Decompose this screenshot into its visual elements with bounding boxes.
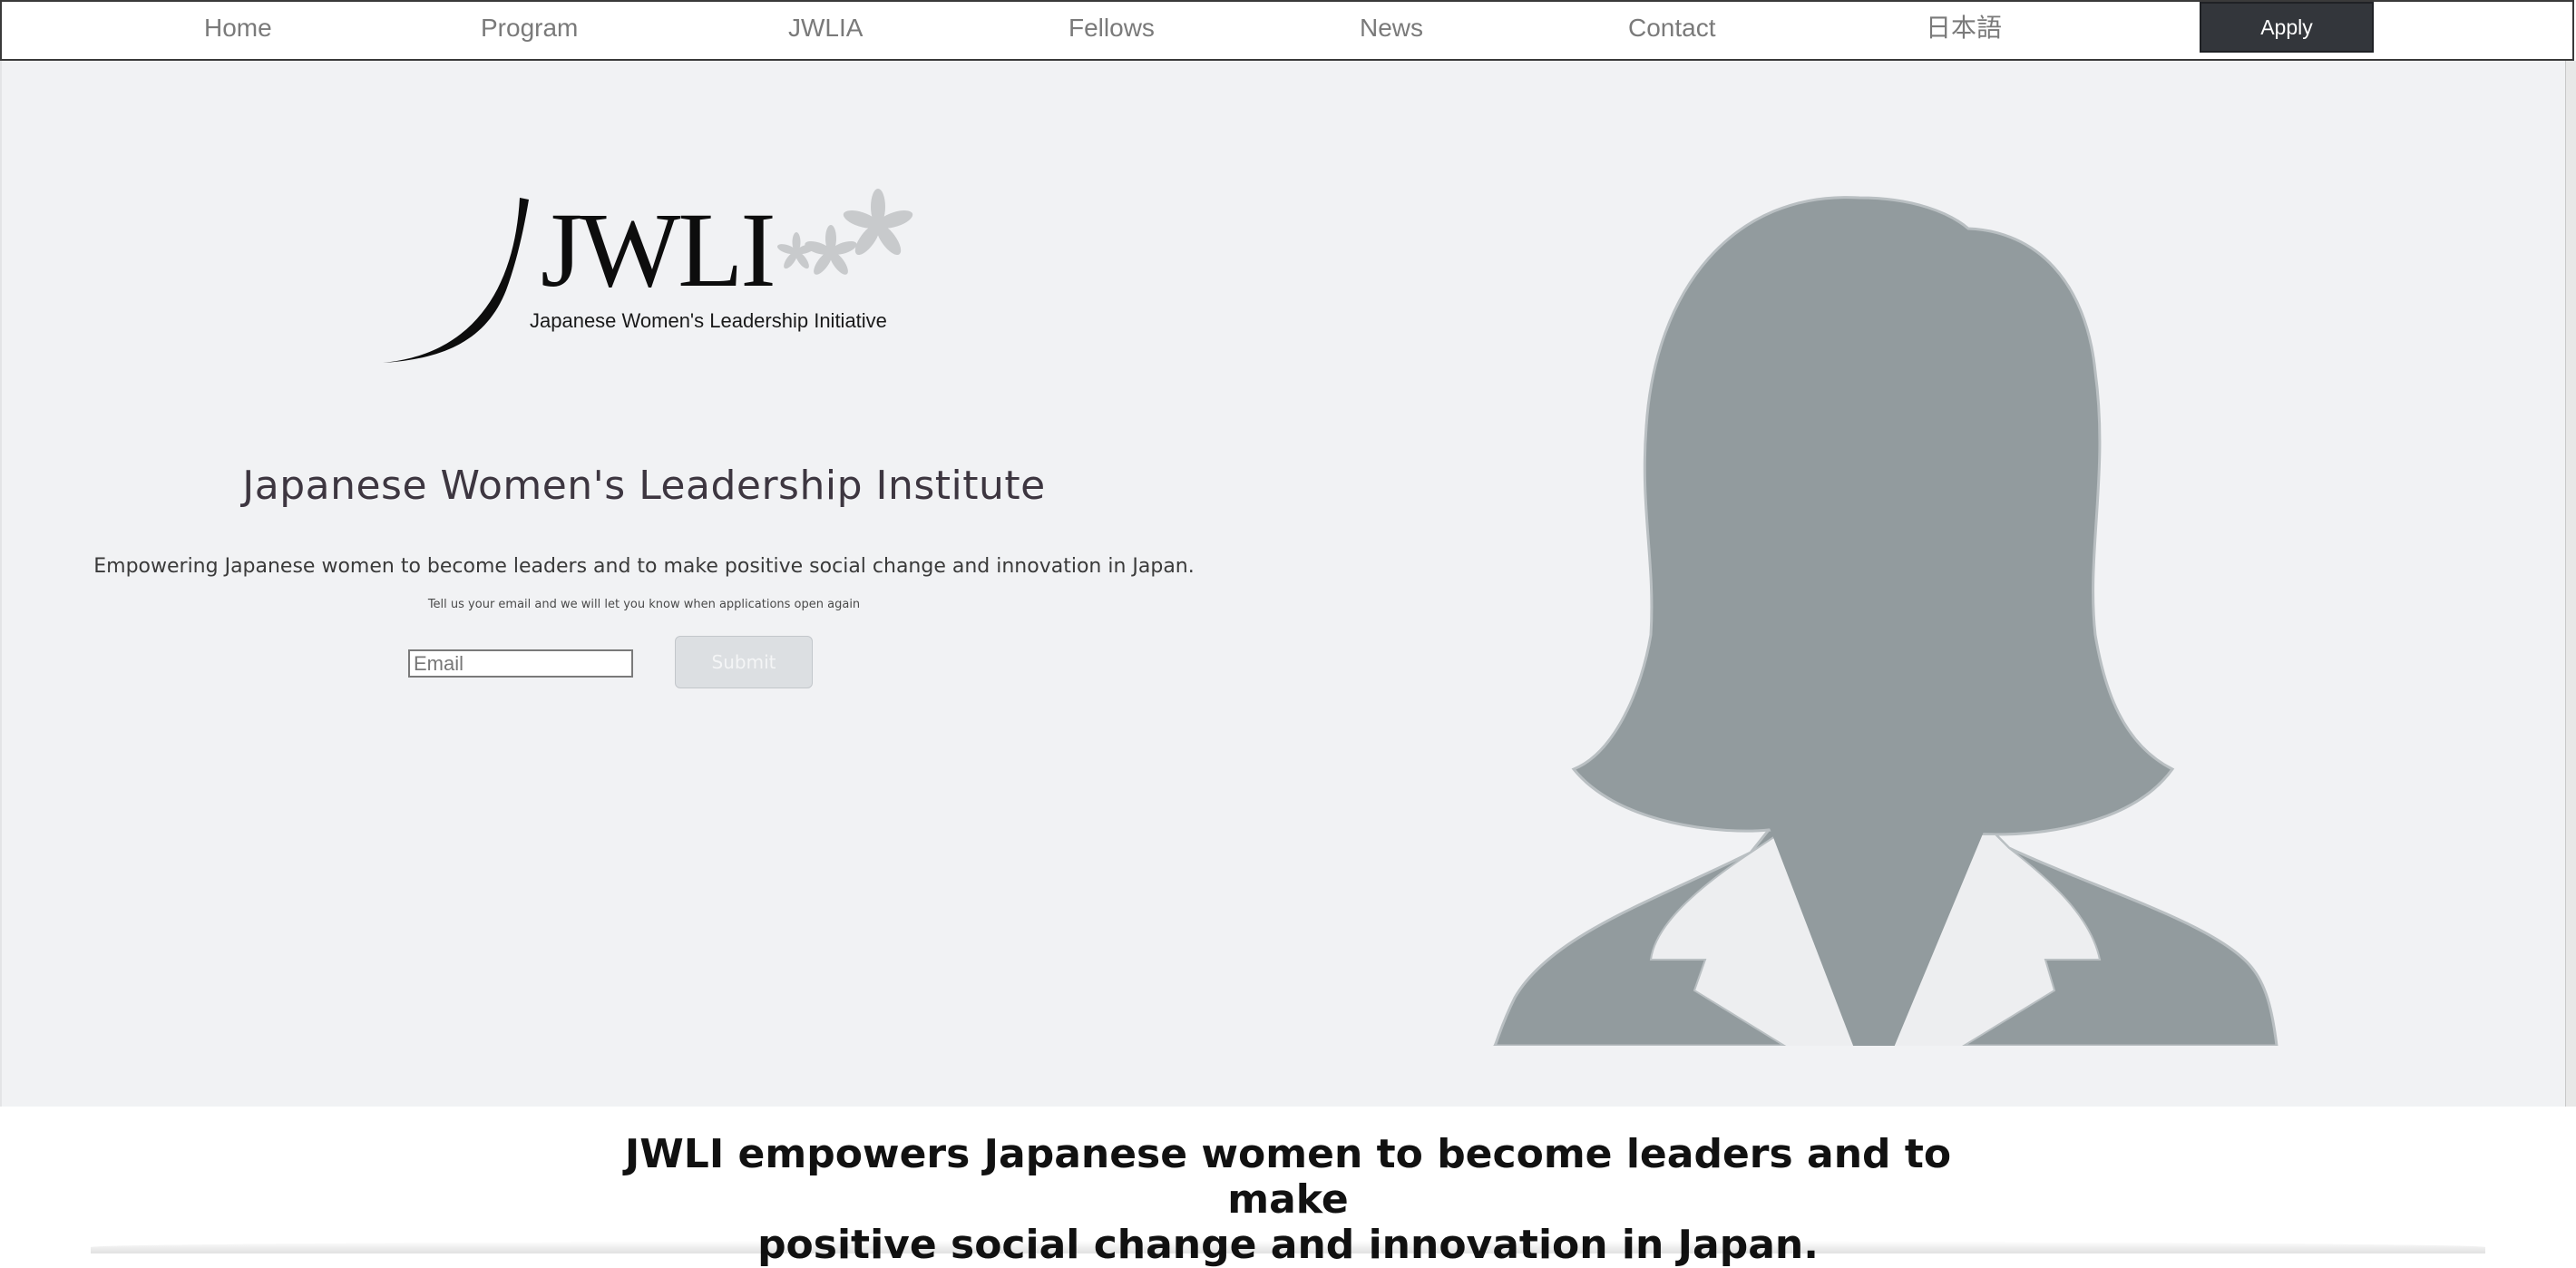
top-navbar: Home Program JWLIA Fellows News Contact … — [0, 0, 2574, 61]
nav-fellows-link[interactable]: Fellows — [1068, 10, 1155, 46]
cherry-blossom-icon — [776, 189, 913, 275]
hero-title: Japanese Women's Leadership Institute — [242, 463, 1046, 509]
page-scrollbar[interactable] — [2565, 61, 2576, 1107]
nav-program-link[interactable]: Program — [481, 10, 578, 46]
nav-home-link[interactable]: Home — [204, 10, 272, 46]
jwli-logo: JWLI Japanese Women's Leadership Initiat… — [383, 189, 913, 363]
nav-japanese-link[interactable]: 日本語 — [1926, 10, 2002, 46]
section-shadow — [91, 1241, 2485, 1253]
logo-wordmark: JWLI — [541, 190, 774, 309]
apply-button[interactable]: Apply — [2200, 2, 2374, 53]
email-input[interactable] — [408, 649, 633, 678]
tagline-line-1: JWLI empowers Japanese women to become l… — [624, 1131, 1952, 1223]
notify-text: Tell us your email and we will let you k… — [427, 598, 861, 611]
nav-news-link[interactable]: News — [1360, 10, 1423, 46]
logo-tagline: Japanese Women's Leadership Initiative — [530, 309, 887, 332]
nav-jwlia-link[interactable]: JWLIA — [788, 10, 863, 46]
tagline-section: JWLI empowers Japanese women to become l… — [0, 1107, 2576, 1268]
nav-contact-link[interactable]: Contact — [1628, 10, 1716, 46]
woman-silhouette-image — [1493, 196, 2278, 1046]
submit-button[interactable]: Submit — [675, 636, 813, 688]
hero-subtitle: Empowering Japanese women to become lead… — [93, 555, 1195, 578]
